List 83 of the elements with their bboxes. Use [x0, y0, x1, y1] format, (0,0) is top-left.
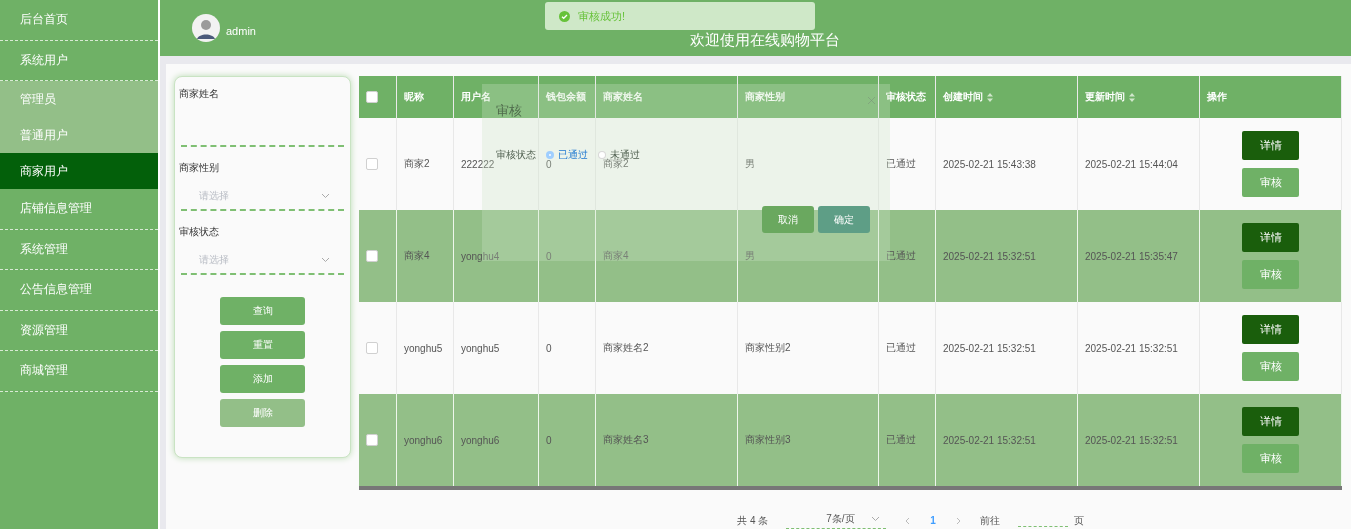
table-cell: 2025-02-21 15:32:51 [943, 250, 1036, 262]
sort-icon[interactable] [1129, 92, 1135, 102]
table-cell: 2025-02-21 15:32:51 [1085, 434, 1178, 446]
goto-label: 前往 [979, 513, 1000, 528]
table-cell: 0 [546, 158, 552, 170]
table-cell: 男 [745, 249, 755, 263]
column-header: 更新时间 [1085, 90, 1125, 104]
column-header: 创建时间 [943, 90, 983, 104]
column-header: 审核状态 [886, 90, 926, 104]
details-button[interactable]: 详情 [1242, 407, 1299, 436]
review-button[interactable]: 审核 [1242, 168, 1299, 197]
table-cell: 2025-02-21 15:43:38 [943, 158, 1036, 170]
column-header: 商家姓名 [603, 90, 643, 104]
sidebar-item[interactable]: 管理员 [0, 81, 158, 117]
field-label: 审核状态 [496, 148, 536, 162]
success-icon [559, 10, 570, 22]
table-cell: 已通过 [886, 341, 916, 355]
table-cell: 0 [546, 434, 552, 446]
sidebar-item[interactable]: 普通用户 [0, 117, 158, 153]
table-cell: 商家姓名2 [603, 341, 649, 355]
table-cell-text: 商家2 [603, 158, 629, 171]
action-button[interactable]: 添加 [220, 365, 305, 393]
user-name: admin [226, 25, 256, 37]
column-header: 昵称 [404, 90, 424, 104]
details-button[interactable]: 详情 [1242, 315, 1299, 344]
table-cell: yonghu5 [461, 342, 500, 354]
toast-message: 审核成功! [578, 8, 626, 24]
action-button[interactable]: 重置 [220, 331, 305, 359]
table-cell: 0 [546, 342, 552, 354]
review-button[interactable]: 审核 [1242, 352, 1299, 381]
cancel-button[interactable]: 取消 [762, 206, 814, 233]
table-cell: 男 [745, 157, 755, 171]
sort-icon[interactable] [987, 92, 993, 102]
page-unit: 页 [1073, 513, 1084, 528]
field-label: 审核状态 [179, 225, 220, 239]
details-button[interactable]: 详情 [1242, 223, 1299, 252]
checkbox[interactable] [366, 342, 378, 354]
checkbox[interactable] [366, 434, 378, 446]
details-button[interactable]: 详情 [1242, 131, 1299, 160]
table-cell: 222222 [461, 158, 495, 170]
checkbox[interactable] [366, 250, 378, 262]
action-button[interactable]: 查询 [220, 297, 305, 325]
sidebar-item[interactable]: 商家用户 [0, 153, 158, 189]
table-cell: 已通过 [886, 157, 916, 171]
table-cell: 2025-02-21 15:35:47 [1085, 250, 1178, 262]
field-label: 商家性别 [179, 161, 220, 175]
table-cell: 2025-02-21 15:32:51 [1085, 342, 1178, 354]
table-cell: yonghu5 [404, 342, 443, 354]
table-cell: 已通过 [886, 249, 916, 263]
table-cell: 商家性别2 [745, 341, 791, 355]
chevron-down-icon [871, 516, 881, 522]
table-cell: 0 [546, 250, 552, 262]
checkbox[interactable] [366, 158, 378, 170]
table-cell: 2025-02-21 15:32:51 [943, 434, 1036, 446]
page-number[interactable]: 1 [930, 515, 936, 526]
column-header: 钱包余额 [546, 90, 586, 104]
column-header: 用户名 [461, 90, 491, 104]
table-cell: 已通过 [886, 433, 916, 447]
table-cell: 商家4 [603, 249, 629, 263]
close-icon[interactable] [867, 96, 876, 105]
review-button[interactable]: 审核 [1242, 444, 1299, 473]
table-cell: yonghu6 [461, 434, 500, 446]
table-cell: 商家性别3 [745, 433, 791, 447]
total-count: 共 4 条 [737, 513, 769, 528]
table-cell: 商家姓名3 [603, 433, 649, 447]
table-cell: 商家2 [404, 157, 430, 171]
review-button[interactable]: 审核 [1242, 260, 1299, 289]
column-header: 商家性别 [745, 90, 785, 104]
header-title: 欢迎使用在线购物平台 [690, 31, 840, 50]
table-cell: 2025-02-21 15:44:04 [1085, 158, 1178, 170]
field-label: 商家姓名 [179, 87, 220, 101]
table-cell: yonghu4 [461, 250, 500, 262]
dialog-title: 审核 [496, 102, 522, 120]
chevron-down-icon [321, 257, 330, 263]
chevron-down-icon [321, 193, 330, 199]
avatar-icon [192, 14, 220, 42]
table-cell: 商家4 [404, 249, 430, 263]
confirm-button[interactable]: 确定 [818, 206, 870, 233]
checkbox[interactable] [366, 91, 378, 103]
page-size-select[interactable]: 7条/页 [786, 512, 887, 529]
table-cell: 2025-02-21 15:32:51 [943, 342, 1036, 354]
column-header: 操作 [1207, 90, 1227, 104]
table-cell: yonghu6 [404, 434, 443, 446]
